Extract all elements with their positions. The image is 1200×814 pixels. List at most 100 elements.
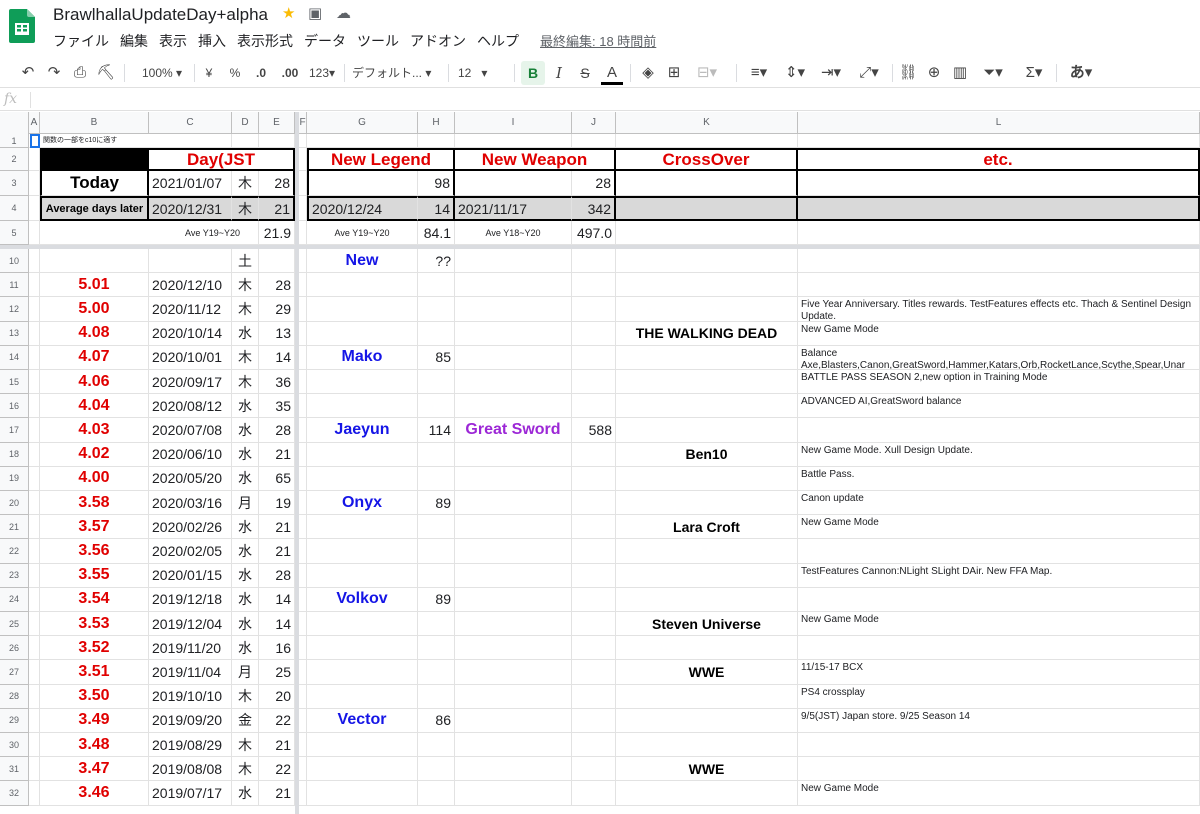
- today-date[interactable]: 2021/01/07: [149, 171, 232, 196]
- legend-days-cell[interactable]: 89: [418, 587, 455, 612]
- borders-icon[interactable]: ⊞: [664, 61, 684, 85]
- weapon-days-cell[interactable]: [572, 757, 616, 782]
- text-color-button[interactable]: A: [601, 61, 623, 85]
- date-cell[interactable]: 2020/09/17: [149, 370, 232, 395]
- etc-cell[interactable]: [798, 249, 1200, 274]
- date-cell[interactable]: 2020/06/10: [149, 442, 232, 467]
- legend-days-cell[interactable]: [418, 660, 455, 685]
- legend-days-cell[interactable]: [418, 539, 455, 564]
- ave-label-weapon[interactable]: Ave Y18~Y20: [455, 221, 572, 245]
- date-cell[interactable]: 2020/07/08: [149, 418, 232, 443]
- legend-days-cell[interactable]: [418, 370, 455, 395]
- cell-empty[interactable]: [29, 148, 40, 171]
- weapon-days-cell[interactable]: [572, 781, 616, 806]
- weekday-cell[interactable]: 木: [232, 733, 259, 758]
- input-tools-button[interactable]: あ▾: [1064, 61, 1098, 85]
- crossover-cell[interactable]: [616, 370, 798, 395]
- crossover-cell[interactable]: Steven Universe: [616, 612, 798, 637]
- cell-empty[interactable]: [307, 134, 418, 148]
- weapon-cell[interactable]: Great Sword: [455, 418, 572, 443]
- etc-cell[interactable]: New Game Mode: [798, 321, 1200, 346]
- cell-empty[interactable]: [29, 297, 40, 322]
- legend-days-cell[interactable]: 85: [418, 345, 455, 370]
- weapon-cell[interactable]: [455, 563, 572, 588]
- weapon-days-cell[interactable]: [572, 636, 616, 661]
- crossover-cell[interactable]: WWE: [616, 757, 798, 782]
- row-header[interactable]: 12: [0, 297, 29, 322]
- today-dow[interactable]: 木: [232, 171, 259, 196]
- crossover-cell[interactable]: [616, 636, 798, 661]
- cell-empty[interactable]: [29, 442, 40, 467]
- cell-empty[interactable]: [29, 221, 40, 245]
- weapon-cell[interactable]: [455, 370, 572, 395]
- row-header[interactable]: 19: [0, 466, 29, 491]
- row-header[interactable]: 10: [0, 249, 29, 274]
- star-icon[interactable]: ★: [282, 5, 295, 23]
- weapon-cell[interactable]: [455, 660, 572, 685]
- version-cell[interactable]: 4.08: [40, 321, 149, 346]
- cloud-saved-icon[interactable]: ☁: [336, 5, 351, 23]
- column-header-l[interactable]: L: [798, 112, 1200, 134]
- column-header-f[interactable]: F: [299, 112, 307, 134]
- cell-empty[interactable]: [29, 636, 40, 661]
- days-cell[interactable]: 22: [259, 757, 295, 782]
- print-icon[interactable]: ⎙: [70, 61, 90, 85]
- cell-empty[interactable]: [798, 221, 1200, 245]
- currency-format-button[interactable]: ¥: [200, 61, 218, 85]
- cell-empty[interactable]: [299, 684, 307, 709]
- column-header-d[interactable]: D: [232, 112, 259, 134]
- legend-cell[interactable]: [307, 612, 418, 637]
- date-cell[interactable]: 2020/10/14: [149, 321, 232, 346]
- version-cell[interactable]: 3.50: [40, 684, 149, 709]
- legend-cell[interactable]: Onyx: [307, 491, 418, 516]
- column-header-a[interactable]: A: [29, 112, 40, 134]
- sheets-logo-icon[interactable]: [9, 9, 35, 43]
- weapon-cell[interactable]: [455, 684, 572, 709]
- weapon-days-cell[interactable]: [572, 515, 616, 540]
- version-cell[interactable]: 3.51: [40, 660, 149, 685]
- cell-empty[interactable]: [29, 466, 40, 491]
- ave-weapon-value[interactable]: 497.0: [572, 221, 616, 245]
- weekday-cell[interactable]: 金: [232, 708, 259, 733]
- cell-empty[interactable]: [29, 491, 40, 516]
- days-cell[interactable]: 65: [259, 466, 295, 491]
- crossover-cell[interactable]: [616, 708, 798, 733]
- crossover-cell[interactable]: Ben10: [616, 442, 798, 467]
- weapon-days-cell[interactable]: [572, 345, 616, 370]
- row-header[interactable]: 5: [0, 221, 29, 245]
- weapon-days-cell[interactable]: [572, 394, 616, 419]
- insert-comment-icon[interactable]: ⊕: [924, 61, 944, 85]
- column-header-k[interactable]: K: [616, 112, 798, 134]
- crossover-cell[interactable]: [616, 466, 798, 491]
- legend-cell[interactable]: New: [307, 249, 418, 274]
- filter-icon[interactable]: ⏷▾: [976, 61, 1010, 85]
- cell-empty[interactable]: [616, 221, 798, 245]
- decrease-decimal-button[interactable]: .0: [250, 61, 272, 85]
- weekday-cell[interactable]: 水: [232, 563, 259, 588]
- cell-empty[interactable]: [299, 733, 307, 758]
- row-header[interactable]: 18: [0, 442, 29, 467]
- row-header[interactable]: 4: [0, 196, 29, 221]
- date-cell[interactable]: 2019/11/04: [149, 660, 232, 685]
- more-formats-select[interactable]: 123▾: [304, 61, 340, 85]
- etc-cell[interactable]: [798, 636, 1200, 661]
- legend-days-cell[interactable]: [418, 466, 455, 491]
- font-family-select[interactable]: デフォルト... ▾: [352, 61, 442, 85]
- version-cell[interactable]: 4.00: [40, 466, 149, 491]
- cell-empty[interactable]: [299, 418, 307, 443]
- version-cell[interactable]: 3.47: [40, 757, 149, 782]
- undo-icon[interactable]: ↶: [18, 61, 38, 85]
- days-cell[interactable]: 21: [259, 539, 295, 564]
- weapon-days-cell[interactable]: [572, 491, 616, 516]
- weekday-cell[interactable]: 水: [232, 636, 259, 661]
- version-cell[interactable]: 3.48: [40, 733, 149, 758]
- legend-days-cell[interactable]: 114: [418, 418, 455, 443]
- cell-empty[interactable]: [299, 249, 307, 274]
- etc-cell[interactable]: Five Year Anniversary. Titles rewards. T…: [798, 297, 1200, 322]
- etc-cell[interactable]: [798, 539, 1200, 564]
- row-header[interactable]: 23: [0, 563, 29, 588]
- cell-empty[interactable]: [299, 442, 307, 467]
- spreadsheet-grid[interactable]: ABCDEFGHIJKL 1 関数の一部をc10に適す 2 Day(JST New Le…: [0, 112, 1200, 814]
- menu-item-3[interactable]: 挿入: [198, 31, 226, 51]
- weekday-cell[interactable]: 木: [232, 345, 259, 370]
